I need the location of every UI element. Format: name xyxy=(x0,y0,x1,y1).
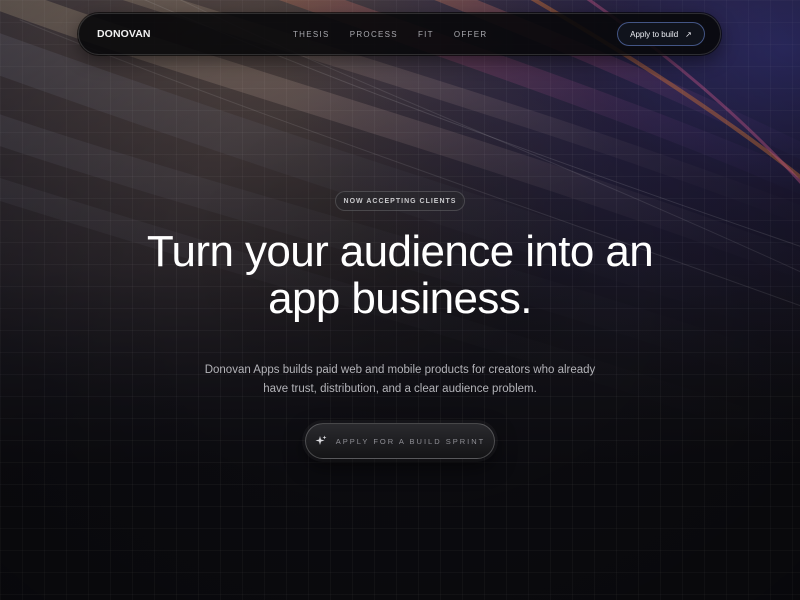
subtitle-line-1: Donovan Apps builds paid web and mobile … xyxy=(204,364,596,376)
arrow-up-right-icon: ↗ xyxy=(685,29,692,39)
nav-link-offer[interactable]: OFFER xyxy=(454,30,488,39)
apply-build-sprint-button[interactable]: APPLY FOR A BUILD SPRINT xyxy=(305,423,495,459)
nav-link-process[interactable]: PROCESS xyxy=(350,30,398,39)
hero-subtitle: Donovan Apps builds paid web and mobile … xyxy=(180,361,620,399)
nav-link-thesis[interactable]: THESIS xyxy=(293,30,330,39)
top-navigation: DONOVAN THESIS PROCESS FIT OFFER Apply t… xyxy=(78,13,721,55)
apply-to-build-button[interactable]: Apply to build ↗ xyxy=(617,22,705,46)
apply-build-sprint-label: APPLY FOR A BUILD SPRINT xyxy=(335,436,486,446)
nav-links: THESIS PROCESS FIT OFFER xyxy=(293,30,507,39)
status-badge: NOW ACCEPTING CLIENTS xyxy=(335,191,465,211)
brand-logo[interactable]: DONOVAN xyxy=(97,28,151,40)
sparkle-icon xyxy=(315,435,327,445)
page: DONOVAN THESIS PROCESS FIT OFFER Apply t… xyxy=(0,0,800,600)
hero-headline: Turn your audience into an app business. xyxy=(80,228,720,322)
apply-to-build-label: Apply to build xyxy=(630,29,679,39)
subtitle-line-2: have trust, distribution, and a clear au… xyxy=(263,383,537,395)
nav-link-fit[interactable]: FIT xyxy=(418,30,434,39)
headline-line-2: app business. xyxy=(268,274,532,323)
headline-line-1: Turn your audience into an xyxy=(146,227,654,276)
